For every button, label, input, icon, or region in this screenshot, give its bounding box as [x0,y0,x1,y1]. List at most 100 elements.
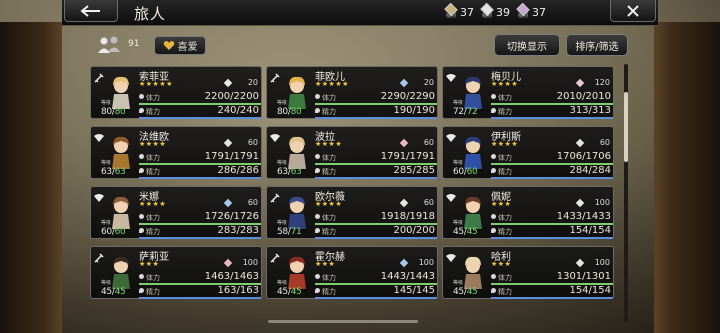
back-arrow-icon [80,4,100,17]
scrollbar[interactable] [624,64,628,322]
rarity-stars: ★★★ [491,200,512,208]
sword-icon [269,69,281,83]
drop-icon [139,108,144,113]
heart-icon [163,41,174,50]
party-count: 91 [128,39,140,49]
rarity-stars: ★★★★ [491,80,519,88]
character-level: 63/63 [101,167,126,177]
character-card[interactable]: 等级 45/45 霍尔赫 ★★★ 100 体力 1443/1443 精力 145/145 [266,246,438,299]
heart-icon [491,154,496,159]
character-card[interactable]: 等级 60/60 米娜 ★★★★ 60 体力 1726/1726 精力 283/283 [90,186,262,239]
level-label: 等级 [277,220,288,226]
home-indicator [268,320,418,323]
heart-icon [139,274,144,279]
sort-filter-button[interactable]: 排序/筛选 [566,34,628,56]
favorite-label: 喜爱 [177,42,198,53]
heart-icon [139,214,144,219]
back-button[interactable] [64,0,118,22]
character-level: 60/60 [101,227,126,237]
drop-icon [315,228,320,233]
fan-icon [445,249,457,262]
crystal-value: 60 [423,198,434,207]
crystal-value: 20 [423,78,434,87]
heart-icon [139,94,144,99]
crystal-icon: 级别 [480,2,494,19]
character-portrait [281,192,313,232]
crystal-icon [575,138,585,148]
sword-icon [269,189,281,203]
crystal-icon [575,258,585,268]
character-card[interactable]: 等级 80/80 菲欧儿 ★★★★★ 20 体力 2290/2290 精力 190/190 [266,66,438,119]
character-card[interactable]: 等级 58/71 欧尔薇 ★★★★ 60 体力 1918/1918 精力 200/200 [266,186,438,239]
crystal-value: 20 [247,78,258,87]
mp-bar [139,297,261,299]
crystal-value: 120 [594,78,610,87]
sword-icon [93,69,105,83]
scroll-thumb[interactable] [624,92,628,162]
rarity-stars: ★★★ [491,260,512,268]
sword-icon [93,249,105,263]
character-portrait [105,252,137,292]
character-card[interactable]: 等级 80/80 索菲亚 ★★★★★ 20 体力 2200/2200 精力 240/240 [90,66,262,119]
mp-bar [491,117,613,119]
heart-icon [315,214,320,219]
character-level: 80/80 [101,107,126,117]
crystal-icon: 级别 [516,2,530,19]
rarity-stars: ★★★ [139,260,160,268]
mp-bar [139,117,261,119]
crystal-value: 100 [418,258,434,267]
character-portrait [457,252,489,292]
drop-icon [315,288,320,293]
drop-icon [139,168,144,173]
character-card[interactable]: 等级 45/45 佩妮 ★★★ 100 体力 1433/1433 精力 154/154 [442,186,614,239]
level-label: 等级 [101,280,112,286]
character-card[interactable]: 等级 45/45 哈利 ★★★ 100 体力 1301/1301 精力 154/154 [442,246,614,299]
fan-icon [445,189,457,202]
character-portrait [105,72,137,112]
crystal-levels: 级别 37 级别 39 级别 37 [444,2,594,22]
character-level: 60/60 [453,167,478,177]
character-level: 45/45 [453,227,478,237]
switch-display-button[interactable]: 切换显示 [494,34,560,56]
crystal-icon: 级别 [444,2,458,19]
crystal-icon [575,78,585,88]
character-card[interactable]: 等级 72/72 梅贝儿 ★★★★ 120 体力 2010/2010 精力 313/313 [442,66,614,119]
crystal-value: 60 [247,198,258,207]
party-members-icon [98,36,120,53]
crystal-value: 60 [423,138,434,147]
crystal-icon [575,198,585,208]
character-portrait [281,132,313,172]
crystal-value: 100 [594,258,610,267]
crystal-icon [399,258,409,268]
crystal-icon [223,258,233,268]
page-title: 旅人 [134,5,167,23]
drop-icon [139,228,144,233]
heart-icon [315,274,320,279]
close-button[interactable] [610,0,656,22]
drop-icon [491,288,496,293]
character-portrait [457,132,489,172]
character-card[interactable]: 等级 63/63 波拉 ★★★★ 60 体力 1791/1791 精力 285/285 [266,126,438,179]
fan-icon [445,129,457,142]
rarity-stars: ★★★★★ [139,80,173,88]
level-label: 等级 [101,160,112,166]
mp-bar [139,237,261,239]
character-card[interactable]: 等级 63/63 法维欧 ★★★★ 60 体力 1791/1791 精力 286/286 [90,126,262,179]
crystal-icon [223,138,233,148]
character-card[interactable]: 等级 60/60 伊利斯 ★★★★ 60 体力 1706/1706 精力 284/284 [442,126,614,179]
crystal-icon [223,198,233,208]
character-level: 45/45 [453,287,478,297]
crystal-icon [223,78,233,88]
rarity-stars: ★★★★★ [315,80,349,88]
close-icon [627,4,639,17]
mp-bar [491,297,613,299]
character-card[interactable]: 等级 45/45 萨莉亚 ★★★ 100 体力 1463/1463 精力 163/163 [90,246,262,299]
fan-icon [93,129,105,142]
favorite-button[interactable]: 喜爱 [154,36,206,55]
character-portrait [281,72,313,112]
character-level: 45/45 [101,287,126,297]
crystal-value: 60 [247,138,258,147]
sword-icon [269,249,281,263]
level-label: 等级 [101,100,112,106]
crystal-level-3: 级别 37 [516,2,546,22]
